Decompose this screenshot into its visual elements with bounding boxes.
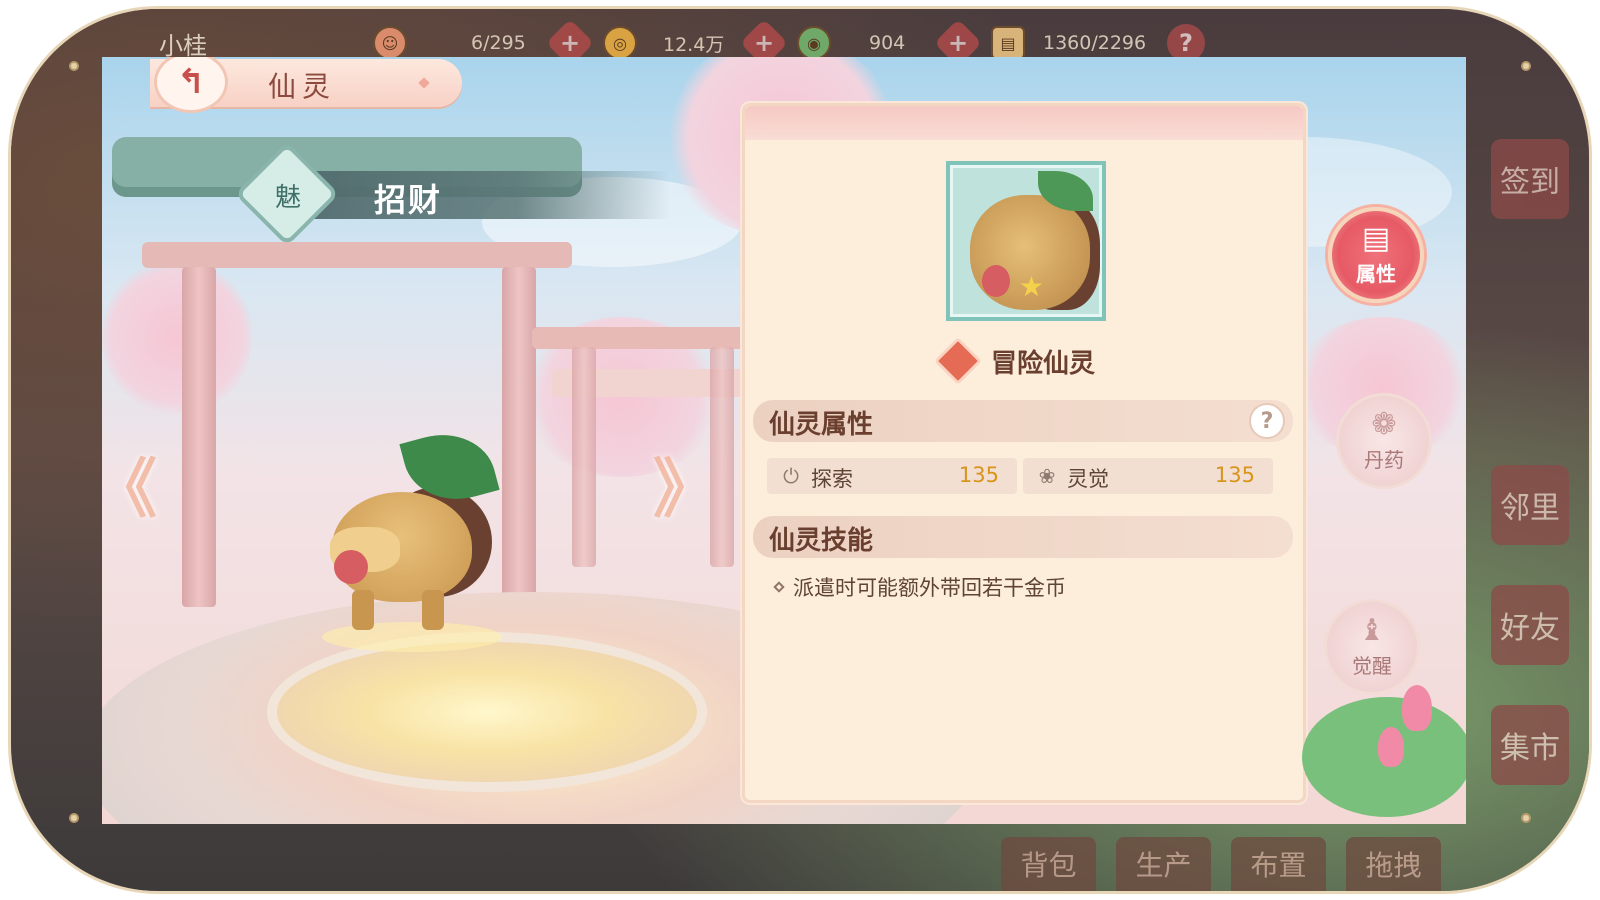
skills-section-header: 仙灵技能	[753, 516, 1293, 558]
topbar-help-button[interactable]: ?	[1167, 24, 1205, 62]
jade-coin-icon: ◉	[797, 26, 831, 60]
attributes-title: 仙灵属性	[769, 410, 874, 440]
skills-title: 仙灵技能	[769, 526, 874, 556]
bg-tab-friends[interactable]: 好友	[1491, 585, 1569, 665]
adventure-type-icon	[933, 336, 983, 386]
attributes-icon: ▤	[1361, 220, 1391, 256]
bg-bottom-tabs: 背包 生产 布置 拖拽	[1001, 837, 1441, 891]
spirit-creature[interactable]	[312, 422, 502, 652]
gate-pillar	[502, 267, 536, 607]
tab-label: 丹药	[1364, 447, 1404, 472]
bg-tab-checkin[interactable]: 签到	[1491, 139, 1569, 219]
lotus-flower	[1378, 727, 1404, 767]
copper-coin-icon: ◎	[603, 26, 637, 60]
tab-awaken[interactable]: ♝ 觉醒	[1324, 599, 1420, 695]
prev-spirit-arrow[interactable]: 《	[102, 449, 157, 527]
spirit-type-label: 冒险仙灵	[991, 348, 1096, 379]
stat-explore: ⏻ 探索 135	[767, 458, 1017, 494]
resource-value: 12.4万	[663, 33, 725, 56]
attributes-section-header: 仙灵属性 ?	[753, 400, 1293, 442]
skill-description: 派遣时可能额外带回若干金币	[793, 576, 1066, 600]
player-name: 小桂	[159, 31, 207, 60]
tab-pill[interactable]: ❁ 丹药	[1336, 393, 1432, 489]
star-icon: ★	[1018, 270, 1044, 303]
spirit-dialog: 《 》 ↰ 仙灵 魅 招财 ★	[102, 57, 1466, 824]
back-arrow-icon: ↰	[176, 62, 206, 102]
tab-attributes[interactable]: ▤ 属性	[1328, 207, 1424, 303]
plus-icon: +	[559, 28, 581, 57]
bg-tab-arrange[interactable]: 布置	[1231, 837, 1326, 891]
bg-tab-drag[interactable]: 拖拽	[1346, 837, 1441, 891]
resource-jade: ◉ 904	[797, 25, 905, 61]
resource-copper: ◎ 12.4万	[603, 25, 724, 61]
charm-badge-text: 魅	[274, 182, 301, 213]
skill-item: 派遣时可能额外带回若干金币	[773, 572, 1066, 602]
player-name-box[interactable]: 小桂	[149, 25, 207, 61]
pet-shadow	[322, 622, 502, 652]
add-copper-button[interactable]: +	[739, 18, 789, 68]
frame-rivet	[1521, 61, 1531, 71]
character-icon: ☺	[373, 26, 407, 60]
resource-scroll: ▤ 1360/2296	[991, 25, 1146, 61]
spirit-type: 冒险仙灵	[933, 336, 1096, 386]
gate-beam	[532, 327, 772, 349]
stat-spirit-sense: ❀ 灵觉 135	[1023, 458, 1273, 494]
explore-icon: ⏻	[783, 464, 799, 488]
stat-label: 灵觉	[1067, 467, 1109, 491]
portrait-tongue	[982, 265, 1010, 297]
awaken-icon: ♝	[1358, 612, 1386, 648]
dialog-header: ↰ 仙灵	[150, 57, 470, 113]
next-spirit-arrow[interactable]: 》	[653, 449, 717, 527]
frame-rivet	[69, 813, 79, 823]
gate-pillar	[572, 347, 596, 567]
plus-icon: +	[753, 28, 775, 57]
stat-label: 探索	[811, 467, 853, 491]
spirit-portrait: ★	[946, 161, 1106, 321]
page-title: 仙灵	[268, 70, 337, 103]
bg-tab-bag[interactable]: 背包	[1001, 837, 1096, 891]
stat-value: 135	[958, 463, 999, 487]
tab-label: 属性	[1356, 261, 1396, 286]
tab-label: 觉醒	[1352, 653, 1392, 678]
question-icon: ?	[1179, 29, 1193, 57]
pet-tongue	[334, 550, 368, 584]
panel-header-strip	[745, 106, 1303, 140]
pet-leg	[422, 590, 444, 630]
frame-rivet	[69, 61, 79, 71]
spirit-name: 招财	[374, 181, 443, 219]
bg-tab-neighbors[interactable]: 邻里	[1491, 465, 1569, 545]
frame-rivet	[1521, 813, 1531, 823]
resource-value: 6/295	[471, 32, 526, 54]
gate-pillar	[182, 267, 216, 607]
pill-icon: ❁	[1371, 406, 1397, 442]
resource-value: 1360/2296	[1043, 32, 1147, 54]
bg-tab-produce[interactable]: 生产	[1116, 837, 1211, 891]
attributes-help-button[interactable]: ?	[1249, 403, 1285, 439]
pet-leg	[352, 590, 374, 630]
diamond-bullet-icon	[773, 581, 785, 593]
question-icon: ?	[1260, 408, 1274, 434]
plus-icon: +	[947, 28, 969, 57]
stage-glow-ring	[267, 632, 707, 792]
resource-stamina: ☺ 6/295	[373, 25, 526, 61]
add-stamina-button[interactable]: +	[545, 18, 595, 68]
resource-value: 904	[869, 32, 906, 54]
gate-beam	[142, 242, 572, 268]
bg-tab-market[interactable]: 集市	[1491, 705, 1569, 785]
spirit-sense-icon: ❀	[1038, 464, 1056, 488]
scroll-icon: ▤	[991, 26, 1025, 60]
stat-value: 135	[1214, 463, 1255, 487]
cherry-blossom	[102, 257, 252, 417]
add-jade-button[interactable]: +	[933, 18, 983, 68]
ribbon-bar	[290, 171, 670, 219]
lotus-flower	[1402, 685, 1432, 731]
spirit-info-panel: ★ 冒险仙灵 仙灵属性 ? ⏻ 探索 135 ❀ 灵觉 135 仙灵技能 派遣时…	[742, 103, 1306, 803]
spirit-name-ribbon: 魅 招财	[234, 141, 670, 247]
